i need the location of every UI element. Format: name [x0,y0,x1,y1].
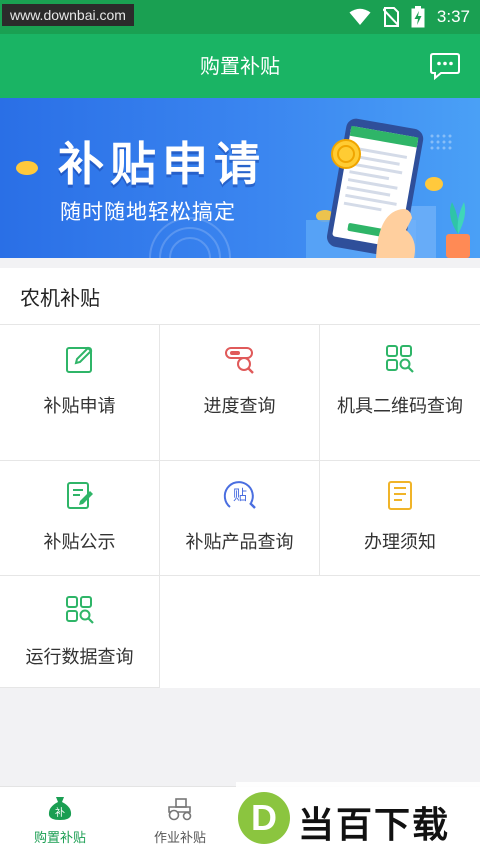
farm-subsidy-section: 农机补贴 补贴申请 进度查询 机具二维码查询 补贴公示 贴 补贴产品查询 办理须… [0,268,480,688]
tab-purchase-subsidy[interactable]: 补 购置补贴 [12,787,108,853]
watermark-logo-text: 当百下载 [298,805,451,846]
grid-item-label: 补贴公示 [43,532,116,553]
tab-label: 购置补贴 [33,831,86,846]
banner-title: 补贴申请 [58,137,266,191]
document-icon [388,481,412,510]
grid-item-progress-query[interactable]: 进度查询 [160,324,320,461]
money-bag-icon: 补 [48,797,72,820]
tab-label: 作业补贴 [153,831,206,846]
grid-item-label: 补贴申请 [43,396,116,417]
grid-item-label: 进度查询 [203,396,276,417]
tab-operation-subsidy[interactable]: 作业补贴 [132,787,228,853]
subsidy-char: 贴 [233,488,247,504]
grid-item-product-query[interactable]: 贴 补贴产品查询 [160,461,320,576]
grid-item-qrcode-query[interactable]: 机具二维码查询 [320,324,480,461]
grid-item-label: 办理须知 [364,532,436,553]
watermark-logo: D 当百下载 [236,782,480,853]
grid-item-label: 运行数据查询 [25,647,134,668]
notice-edit-icon [67,482,93,509]
watermark-logo-letter: D [251,797,277,838]
svg-text:补: 补 [55,806,65,819]
grid-item-handling-notice[interactable]: 办理须知 [320,461,480,576]
grid-item-subsidy-notice[interactable]: 补贴公示 [0,461,160,576]
qrcode-search-icon [386,345,414,373]
edit-icon [66,346,93,373]
tractor-icon [168,798,192,821]
grid-item-label: 机具二维码查询 [337,396,463,417]
watermark-url: www.downbai.com [2,4,134,26]
banner[interactable]: 补贴申请 随时随地轻松搞定 [0,98,480,258]
title-bar: 购置补贴 [0,34,480,98]
chat-bubble-icon[interactable] [430,52,460,80]
section-title: 农机补贴 [20,286,100,310]
status-icons: 3:37 [349,4,470,30]
battery-charging-icon [411,6,425,28]
wifi-icon [349,8,371,25]
no-sim-icon [382,7,399,27]
banner-subtitle: 随时随地轻松搞定 [60,200,236,224]
grid-item-subsidy-apply[interactable]: 补贴申请 [0,324,160,461]
page-title: 购置补贴 [200,54,280,78]
data-search-icon [66,596,94,624]
grid-item-label: 补贴产品查询 [185,532,294,553]
status-bar: www.downbai.com 3:37 [0,0,480,34]
progress-search-icon [225,347,254,374]
grid-item-operation-data-query[interactable]: 运行数据查询 [0,576,160,688]
status-time: 3:37 [436,7,470,26]
subsidy-search-icon: 贴 [223,481,256,509]
